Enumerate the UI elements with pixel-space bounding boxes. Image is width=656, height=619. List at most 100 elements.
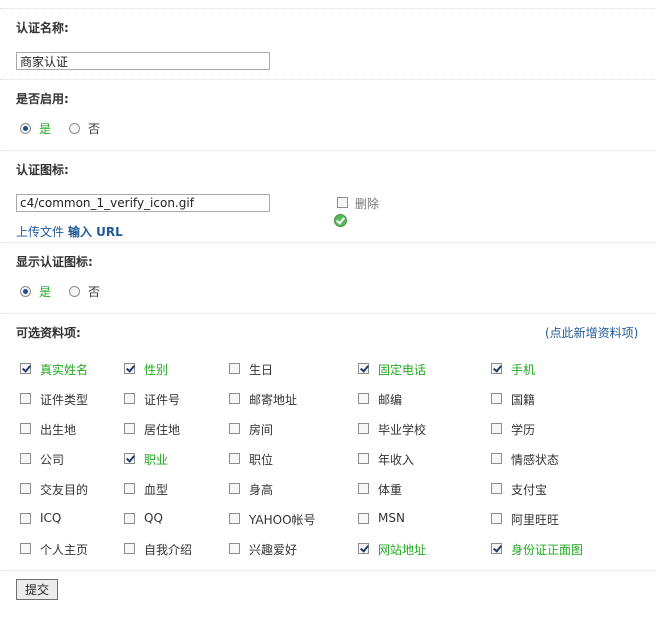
verify-name-input[interactable] (16, 52, 270, 70)
field-checkbox[interactable] (358, 363, 369, 374)
enabled-label: 是否启用: (16, 92, 69, 106)
field-label: 邮编 (378, 393, 403, 407)
field-checkbox[interactable] (229, 393, 240, 404)
field-label: MSN (378, 511, 405, 525)
enabled-yes-label: 是 (39, 121, 52, 136)
field-label: YAHOO帐号 (249, 513, 316, 527)
field-checkbox[interactable] (358, 513, 369, 524)
field-checkbox[interactable] (491, 423, 502, 434)
field-checkbox[interactable] (491, 483, 502, 494)
field-label: 性别 (144, 363, 169, 377)
field-label: 交友目的 (40, 483, 89, 497)
divider (0, 79, 656, 80)
field-label: 支付宝 (511, 483, 548, 497)
field-checkbox[interactable] (491, 393, 502, 404)
enabled-no-radio[interactable] (69, 122, 81, 134)
enabled-no-label: 否 (88, 121, 101, 136)
field-label: 学历 (511, 423, 536, 437)
field-label: 职业 (144, 453, 169, 467)
divider (0, 242, 656, 243)
divider (0, 150, 656, 151)
show-icon-no-radio[interactable] (69, 285, 81, 297)
field-label: 自我介绍 (144, 543, 193, 557)
field-label: 证件号 (144, 393, 181, 407)
enabled-yes-radio[interactable] (20, 122, 31, 134)
add-field-link[interactable]: (点此新增资料项) (545, 324, 638, 341)
field-label: 血型 (144, 483, 169, 497)
field-label: QQ (144, 511, 163, 525)
field-label: 居住地 (144, 423, 181, 437)
field-checkbox[interactable] (124, 453, 135, 464)
show-icon-label: 显示认证图标: (16, 255, 93, 269)
field-checkbox[interactable] (491, 513, 502, 524)
field-checkbox[interactable] (491, 543, 502, 554)
field-checkbox[interactable] (229, 543, 240, 554)
divider (0, 313, 656, 314)
field-checkbox[interactable] (358, 453, 369, 464)
field-label: 国籍 (511, 393, 536, 407)
field-label: 证件类型 (40, 393, 89, 407)
field-label: 固定电话 (378, 363, 427, 377)
verify-icon-preview-check-icon (334, 214, 347, 227)
field-label: 阿里旺旺 (511, 513, 560, 527)
show-icon-radio-group: 是 否 (20, 283, 118, 299)
fields-label: 可选资料项: (16, 326, 81, 340)
enabled-radio-group: 是 否 (20, 120, 118, 136)
field-checkbox[interactable] (358, 543, 369, 554)
field-checkbox[interactable] (124, 363, 135, 374)
delete-icon-label: 删除 (355, 197, 380, 211)
field-label: 手机 (511, 363, 536, 377)
field-label: 毕业学校 (378, 423, 427, 437)
submit-button[interactable]: 提交 (16, 579, 58, 600)
delete-icon-checkbox[interactable] (337, 197, 348, 208)
field-checkbox[interactable] (124, 543, 135, 554)
field-label: 邮寄地址 (249, 393, 298, 407)
field-checkbox[interactable] (20, 483, 31, 494)
field-checkbox[interactable] (124, 483, 135, 494)
field-label: 体重 (378, 483, 403, 497)
field-checkbox[interactable] (491, 453, 502, 464)
field-checkbox[interactable] (229, 483, 240, 494)
field-checkbox[interactable] (20, 423, 31, 434)
upload-file-link[interactable]: 上传文件 (16, 223, 64, 240)
field-checkbox[interactable] (229, 513, 240, 524)
field-checkbox[interactable] (124, 393, 135, 404)
field-label: 个人主页 (40, 543, 89, 557)
field-checkbox[interactable] (358, 393, 369, 404)
verify-name-label: 认证名称: (16, 21, 69, 35)
field-label: 房间 (249, 423, 274, 437)
field-label: 身份证正面图 (511, 543, 584, 557)
verify-icon-label: 认证图标: (16, 163, 69, 177)
field-label: 兴趣爱好 (249, 543, 298, 557)
field-checkbox[interactable] (358, 483, 369, 494)
field-checkbox[interactable] (229, 423, 240, 434)
input-url-link[interactable]: 输入 URL (68, 223, 123, 240)
field-checkbox[interactable] (124, 513, 135, 524)
field-checkbox[interactable] (491, 363, 502, 374)
field-checkbox[interactable] (229, 453, 240, 464)
verify-icon-input[interactable] (16, 194, 270, 212)
field-label: 身高 (249, 483, 274, 497)
field-label: 真实姓名 (40, 363, 89, 377)
divider (0, 8, 656, 9)
show-icon-no-label: 否 (88, 284, 101, 299)
divider (0, 570, 656, 571)
show-icon-yes-radio[interactable] (20, 285, 31, 297)
field-checkbox[interactable] (20, 363, 31, 374)
field-label: 公司 (40, 453, 65, 467)
field-label: 网站地址 (378, 543, 427, 557)
show-icon-yes-label: 是 (39, 284, 52, 299)
field-label: 情感状态 (511, 453, 560, 467)
field-checkbox[interactable] (229, 363, 240, 374)
field-checkbox[interactable] (358, 423, 369, 434)
field-label: 年收入 (378, 453, 415, 467)
field-checkbox[interactable] (20, 543, 31, 554)
field-label: ICQ (40, 511, 62, 525)
field-label: 出生地 (40, 423, 77, 437)
field-label: 职位 (249, 453, 274, 467)
field-label: 生日 (249, 363, 274, 377)
field-checkbox[interactable] (20, 393, 31, 404)
field-checkbox[interactable] (20, 513, 31, 524)
field-checkbox[interactable] (20, 453, 31, 464)
field-checkbox[interactable] (124, 423, 135, 434)
